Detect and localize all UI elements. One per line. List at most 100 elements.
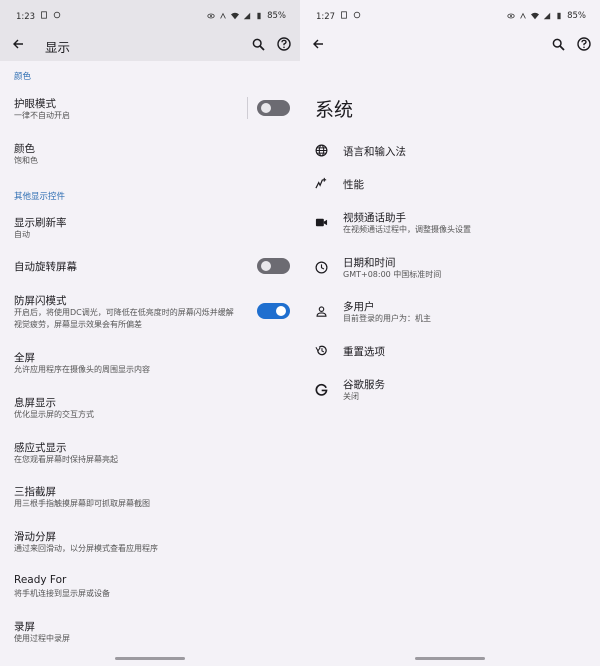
back-button[interactable] (8, 34, 28, 54)
google-icon (314, 382, 328, 396)
search-icon (552, 38, 565, 51)
system-settings-screen: 1:27 85% 系统 语言和输入法 性能 视频通话助手 在视频通话过程中，调整… (300, 0, 600, 666)
eye-icon (507, 13, 515, 19)
gesture-nav-handle[interactable] (415, 657, 485, 660)
signal-icon (243, 12, 251, 20)
setting-summary: 在您观看屏幕时保持屏幕亮起 (14, 455, 118, 464)
setting-summary: 允许应用程序在摄像头的周围显示内容 (14, 365, 150, 374)
setting-anti-flicker[interactable]: 防屏闪模式 开启后，将使用DC调光，可降低在低亮度时的屏幕闪烁并缓解 视觉疲劳，… (0, 292, 300, 332)
setting-ready-for[interactable]: Ready For 将手机连接到显示屏或设备 (0, 572, 300, 602)
page-title: 系统 (315, 99, 354, 121)
gesture-nav-handle[interactable] (115, 657, 185, 660)
auto-rotate-toggle[interactable] (257, 258, 290, 274)
setting-eye-comfort[interactable]: 护眼模式 一律不自动开启 (0, 94, 300, 128)
status-time: 1:27 (316, 12, 336, 22)
setting-fullscreen[interactable]: 全屏 允许应用程序在摄像头的周围显示内容 (0, 348, 300, 378)
video-call-icon (314, 215, 328, 229)
restore-icon (314, 343, 328, 357)
back-button[interactable] (308, 34, 328, 54)
globe-icon (314, 143, 328, 157)
section-header-other: 其他显示控件 (14, 192, 66, 202)
setting-peek-display[interactable]: 息屏显示 优化显示屏的交互方式 (0, 393, 300, 423)
setting-title: 感应式显示 (14, 442, 67, 454)
setting-title: 视频通话助手 (343, 212, 406, 224)
setting-title: 性能 (343, 179, 364, 191)
setting-refresh-rate[interactable]: 显示刷新率 自动 (0, 213, 300, 243)
setting-summary: 使用过程中录屏 (14, 634, 70, 643)
setting-title: 语言和输入法 (343, 146, 406, 158)
divider (247, 97, 248, 119)
toggle-knob (276, 306, 286, 316)
setting-title: 录屏 (14, 621, 35, 633)
battery-icon (257, 12, 261, 20)
toggle-knob (261, 103, 271, 113)
sim-icon (341, 11, 347, 19)
setting-summary: 用三根手指触摸屏幕即可抓取屏幕截图 (14, 499, 150, 508)
setting-title: 护眼模式 (14, 98, 56, 110)
setting-title: 重置选项 (343, 346, 385, 358)
help-button[interactable] (574, 34, 594, 54)
setting-title: 三指截屏 (14, 486, 56, 498)
setting-date-time[interactable]: 日期和时间 GMT+08:00 中国标准时间 (300, 253, 600, 283)
setting-title: 显示刷新率 (14, 217, 67, 229)
eye-comfort-toggle[interactable] (257, 100, 290, 116)
search-button[interactable] (548, 34, 568, 54)
wifi-icon (231, 12, 240, 20)
setting-title: Ready For (14, 574, 67, 586)
setting-reset-options[interactable]: 重置选项 (300, 342, 600, 360)
battery-percent: 85% (567, 11, 586, 21)
arrow-back-icon (313, 39, 323, 49)
setting-summary: 优化显示屏的交互方式 (14, 410, 94, 419)
setting-title: 多用户 (343, 301, 375, 313)
status-time: 1:23 (16, 12, 36, 22)
system-icons: 85% (207, 11, 286, 21)
search-icon (252, 38, 265, 51)
data-saver-icon (520, 12, 526, 19)
top-app-bar: 显示 (0, 28, 300, 60)
signal-icon (543, 12, 551, 20)
person-icon (314, 304, 328, 318)
setting-attentive-display[interactable]: 感应式显示 在您观看屏幕时保持屏幕亮起 (0, 438, 300, 468)
setting-summary: 饱和色 (14, 156, 38, 165)
help-icon (277, 37, 291, 51)
display-settings-screen: 1:23 85% 显示 颜色 护眼模式 一律不自动开启 颜色 饱和色 其他显示控… (0, 0, 300, 666)
help-button[interactable] (274, 34, 294, 54)
notification-icons (40, 11, 61, 19)
setting-summary: 将手机连接到显示屏或设备 (14, 589, 110, 598)
toggle-knob (261, 261, 271, 271)
clock-icon (314, 260, 328, 274)
sync-icon (53, 11, 61, 19)
setting-swipe-split[interactable]: 滑动分屏 通过来回滑动，以分屏模式查看应用程序 (0, 527, 300, 557)
setting-summary: 关闭 (343, 392, 359, 401)
setting-title: 颜色 (14, 143, 35, 155)
setting-google-services[interactable]: 谷歌服务 关闭 (300, 375, 600, 405)
setting-summary-line2: 视觉疲劳，屏幕显示效果会有所偏差 (14, 320, 142, 329)
setting-title: 日期和时间 (343, 257, 396, 269)
setting-performance[interactable]: 性能 (300, 175, 600, 193)
battery-percent: 85% (267, 11, 286, 21)
setting-title: 防屏闪模式 (14, 295, 67, 307)
section-header-color: 颜色 (14, 72, 32, 82)
setting-summary: 自动 (14, 230, 30, 239)
anti-flicker-toggle[interactable] (257, 303, 290, 319)
data-saver-icon (220, 12, 226, 19)
battery-icon (557, 12, 561, 20)
setting-multiple-users[interactable]: 多用户 目前登录的用户为：机主 (300, 297, 600, 327)
help-icon (577, 37, 591, 51)
setting-summary: 通过来回滑动，以分屏模式查看应用程序 (14, 544, 158, 553)
setting-title: 全屏 (14, 352, 35, 364)
setting-title: 滑动分屏 (14, 531, 56, 543)
setting-colors[interactable]: 颜色 饱和色 (0, 139, 300, 169)
setting-auto-rotate[interactable]: 自动旋转屏幕 (0, 257, 300, 277)
top-app-bar (300, 28, 600, 60)
page-title: 显示 (45, 40, 71, 55)
setting-languages-input[interactable]: 语言和输入法 (300, 142, 600, 160)
wifi-icon (531, 12, 540, 20)
search-button[interactable] (248, 34, 268, 54)
setting-summary: 在视频通话过程中，调整摄像头设置 (343, 225, 471, 234)
setting-video-call-assistant[interactable]: 视频通话助手 在视频通话过程中，调整摄像头设置 (300, 208, 600, 238)
setting-screen-record[interactable]: 录屏 使用过程中录屏 (0, 617, 300, 647)
system-icons: 85% (507, 11, 586, 21)
performance-icon (314, 176, 328, 190)
setting-three-finger-screenshot[interactable]: 三指截屏 用三根手指触摸屏幕即可抓取屏幕截图 (0, 482, 300, 512)
